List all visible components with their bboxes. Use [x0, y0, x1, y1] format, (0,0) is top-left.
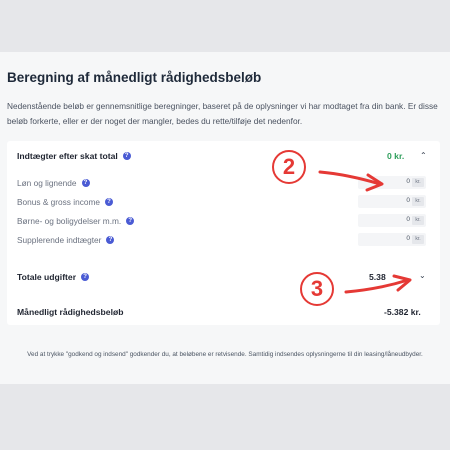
income-header[interactable]: Indtægter efter skat total ? [17, 151, 131, 161]
question-icon[interactable]: ? [126, 217, 135, 225]
chevron-down-icon[interactable]: ⌄ [419, 271, 426, 280]
disposable-card: Månedligt rådighedsbeløb -5.382 kr. [7, 299, 440, 325]
income-item-bonus: Bonus & gross income ? [17, 197, 114, 207]
income-label: Indtægter efter skat total [17, 151, 118, 161]
question-icon[interactable]: ? [106, 236, 115, 244]
expenses-label: Totale udgifter [17, 272, 77, 282]
income-item-salary: Løn og lignende ? [17, 178, 90, 188]
income-item-supplementary: Supplerende indtægter ? [17, 235, 115, 245]
question-icon[interactable]: ? [81, 273, 90, 281]
question-icon[interactable]: ? [105, 198, 114, 206]
child-benefits-input[interactable]: 0 kr. [358, 214, 426, 227]
income-item-child-benefits: Børne- og boligydelser m.m. ? [17, 216, 135, 226]
supplementary-input[interactable]: 0 kr. [358, 233, 426, 246]
annotation-arrow-3-icon [344, 274, 412, 294]
disposable-label: Månedligt rådighedsbeløb [17, 307, 124, 317]
bonus-input[interactable]: 0 kr. [358, 195, 426, 208]
annotation-circle-3: 3 [300, 272, 334, 306]
annotation-circle-2: 2 [272, 150, 306, 184]
chevron-up-icon[interactable]: ⌃ [420, 151, 427, 160]
annotation-arrow-2-icon [318, 170, 384, 192]
footnote: Ved at trykke "godkend og indsend" godke… [27, 351, 423, 358]
question-icon[interactable]: ? [81, 179, 90, 187]
page-title: Beregning af månedligt rådighedsbeløb [7, 70, 262, 85]
disposable-total: -5.382 kr. [384, 307, 421, 317]
budget-panel: Beregning af månedligt rådighedsbeløb Ne… [0, 52, 450, 384]
question-icon[interactable]: ? [122, 152, 131, 160]
intro-text: Nedenstående beløb er gennemsnitlige ber… [7, 101, 438, 126]
income-total: 0 kr. [387, 151, 405, 161]
